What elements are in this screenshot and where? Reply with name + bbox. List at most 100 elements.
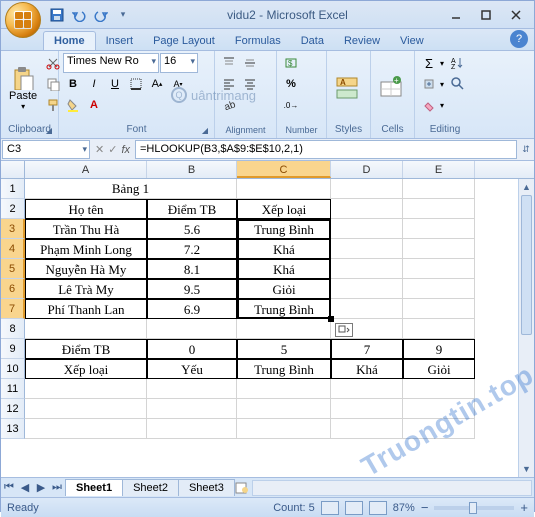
cell[interactable] xyxy=(237,319,331,339)
vertical-scrollbar[interactable]: ▲ ▼ xyxy=(518,179,534,477)
clear-icon[interactable] xyxy=(419,95,439,115)
cell[interactable]: 7.2 xyxy=(147,239,237,259)
cell[interactable]: 0 xyxy=(147,339,237,359)
align-middle-icon[interactable] xyxy=(240,53,260,73)
cell[interactable] xyxy=(237,419,331,439)
fx-icon[interactable]: fx xyxy=(121,144,130,156)
zoom-out-icon[interactable]: − xyxy=(421,500,429,515)
cell[interactable] xyxy=(25,419,147,439)
cell[interactable] xyxy=(403,419,475,439)
cell[interactable] xyxy=(237,379,331,399)
cell[interactable] xyxy=(331,179,403,199)
underline-icon[interactable]: U xyxy=(105,74,125,94)
italic-icon[interactable]: I xyxy=(84,74,104,94)
fill-color-icon[interactable] xyxy=(63,95,83,115)
normal-view-icon[interactable] xyxy=(321,501,339,515)
cell[interactable]: Yếu xyxy=(147,359,237,379)
enter-formula-icon[interactable]: ✓ xyxy=(108,143,117,156)
row-header[interactable]: 8 xyxy=(1,319,25,339)
align-center-icon[interactable] xyxy=(240,74,260,94)
tab-insert[interactable]: Insert xyxy=(96,32,144,50)
scroll-up-icon[interactable]: ▲ xyxy=(519,179,534,195)
col-header-b[interactable]: B xyxy=(147,161,237,178)
sheet-tab-3[interactable]: Sheet3 xyxy=(178,479,235,496)
cell[interactable] xyxy=(331,299,403,319)
close-button[interactable] xyxy=(502,6,530,24)
tab-view[interactable]: View xyxy=(390,32,434,50)
paste-button[interactable]: Paste ▾ xyxy=(5,53,41,123)
row-header[interactable]: 10 xyxy=(1,359,25,379)
cell[interactable] xyxy=(331,379,403,399)
cell[interactable]: Điểm TB xyxy=(147,199,237,219)
decrease-font-icon[interactable]: A▾ xyxy=(168,74,188,94)
cell[interactable]: Nguyễn Hà My xyxy=(25,259,147,279)
cell[interactable] xyxy=(403,219,475,239)
cell[interactable]: 8.1 xyxy=(147,259,237,279)
fill-handle[interactable] xyxy=(328,316,334,322)
cell[interactable] xyxy=(331,219,403,239)
col-header-c[interactable]: C xyxy=(237,161,331,178)
align-left-icon[interactable] xyxy=(219,74,239,94)
increase-decimal-icon[interactable]: .0→ xyxy=(281,95,301,115)
row-header[interactable]: 5 xyxy=(1,259,25,279)
align-top-icon[interactable] xyxy=(219,53,239,73)
find-icon[interactable] xyxy=(448,74,468,94)
expand-formula-icon[interactable]: ⇵ xyxy=(518,139,534,160)
bold-icon[interactable]: B xyxy=(63,74,83,94)
cells-button[interactable]: + xyxy=(375,53,407,123)
worksheet-grid[interactable]: A B C D E 1 Bảng 1 2 Họ tên Điểm TB Xếp … xyxy=(1,161,534,477)
row-header[interactable]: 4 xyxy=(1,239,25,259)
tab-home[interactable]: Home xyxy=(43,31,96,50)
cell[interactable]: Trung Bình xyxy=(237,219,331,239)
qat-dropdown-icon[interactable]: ▾ xyxy=(113,5,133,25)
cell[interactable]: Giỏi xyxy=(237,279,331,299)
save-icon[interactable] xyxy=(47,5,67,25)
cell[interactable] xyxy=(403,199,475,219)
first-sheet-icon[interactable]: ⏮ xyxy=(1,480,17,496)
row-header[interactable]: 1 xyxy=(1,179,25,199)
zoom-in-icon[interactable]: + xyxy=(520,500,528,515)
cell[interactable] xyxy=(147,319,237,339)
cell[interactable]: Lê Trà My xyxy=(25,279,147,299)
row-header[interactable]: 3 xyxy=(1,219,25,239)
new-sheet-icon[interactable] xyxy=(234,480,250,496)
col-header-d[interactable]: D xyxy=(331,161,403,178)
help-icon[interactable]: ? xyxy=(510,30,528,48)
formula-input[interactable]: =HLOOKUP(B3,$A$9:$E$10,2,1) xyxy=(135,140,517,159)
cell[interactable]: 6.9 xyxy=(147,299,237,319)
maximize-button[interactable] xyxy=(472,6,500,24)
cell[interactable] xyxy=(403,379,475,399)
cell[interactable] xyxy=(237,399,331,419)
autosum-icon[interactable]: Σ xyxy=(419,53,439,73)
cell[interactable]: 9 xyxy=(403,339,475,359)
select-all-corner[interactable] xyxy=(1,161,25,178)
font-launcher-icon[interactable]: ◢ xyxy=(200,126,210,136)
row-header[interactable]: 11 xyxy=(1,379,25,399)
cell[interactable] xyxy=(403,279,475,299)
cell[interactable] xyxy=(331,239,403,259)
cell[interactable]: Trần Thu Hà xyxy=(25,219,147,239)
minimize-button[interactable] xyxy=(442,6,470,24)
cell[interactable] xyxy=(147,419,237,439)
scroll-down-icon[interactable]: ▼ xyxy=(519,461,534,477)
cell[interactable]: 7 xyxy=(331,339,403,359)
col-header-a[interactable]: A xyxy=(25,161,147,178)
cell[interactable] xyxy=(403,259,475,279)
cell[interactable]: Xếp loại xyxy=(237,199,331,219)
row-header[interactable]: 12 xyxy=(1,399,25,419)
undo-icon[interactable] xyxy=(69,5,89,25)
name-box[interactable]: C3 xyxy=(2,140,90,159)
cell[interactable]: Bảng 1 xyxy=(25,179,237,199)
tab-review[interactable]: Review xyxy=(334,32,390,50)
col-header-e[interactable]: E xyxy=(403,161,475,178)
cell[interactable] xyxy=(331,259,403,279)
cancel-formula-icon[interactable]: ✕ xyxy=(95,143,104,156)
cell[interactable] xyxy=(147,399,237,419)
tab-data[interactable]: Data xyxy=(291,32,334,50)
cell[interactable]: Điểm TB xyxy=(25,339,147,359)
cell[interactable]: Trung Bình xyxy=(237,299,331,319)
sort-filter-icon[interactable]: AZ xyxy=(448,53,468,73)
cell[interactable] xyxy=(331,279,403,299)
cell[interactable] xyxy=(403,319,475,339)
row-header[interactable]: 9 xyxy=(1,339,25,359)
